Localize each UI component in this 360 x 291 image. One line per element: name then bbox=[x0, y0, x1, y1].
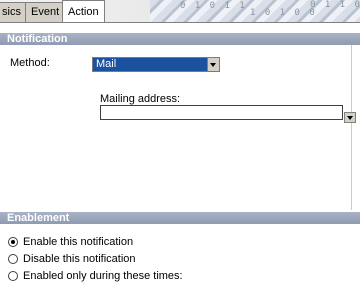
method-select-value: Mail bbox=[96, 58, 117, 70]
tab-basics-label: sics bbox=[2, 6, 21, 18]
radio-icon[interactable] bbox=[8, 254, 18, 264]
notification-section-header: Notification bbox=[0, 33, 360, 45]
header-decoration: 0 1 0 1 1 1 0 1 0 0 0 1 1 0 1 bbox=[150, 0, 360, 22]
enable-notification-label: Enable this notification bbox=[23, 236, 134, 248]
enablement-section-header: Enablement bbox=[0, 212, 360, 224]
method-label: Method: bbox=[10, 57, 50, 69]
tab-action[interactable]: Action bbox=[62, 0, 105, 22]
deco-text-1: 0 1 0 1 1 bbox=[180, 1, 247, 11]
method-dropdown-button[interactable] bbox=[207, 58, 219, 71]
tab-event-label: Event bbox=[31, 6, 60, 18]
tab-action-label: Action bbox=[68, 6, 99, 18]
method-select[interactable]: Mail bbox=[92, 57, 220, 72]
radio-icon[interactable] bbox=[8, 237, 18, 247]
mailing-address-label: Mailing address: bbox=[100, 93, 181, 105]
mailing-address-field[interactable] bbox=[100, 105, 343, 120]
tab-event[interactable]: Event bbox=[25, 2, 66, 22]
disable-notification-label: Disable this notification bbox=[23, 253, 136, 265]
chevron-down-icon bbox=[210, 63, 216, 67]
deco-text-3: 0 1 1 0 1 bbox=[310, 0, 360, 10]
radio-selected-dot bbox=[11, 240, 15, 244]
tab-basics[interactable]: sics bbox=[0, 2, 27, 22]
enabled-times-label: Enabled only during these times: bbox=[23, 270, 183, 282]
chevron-down-icon bbox=[347, 116, 353, 120]
mailing-address-input[interactable] bbox=[101, 106, 342, 119]
radio-icon[interactable] bbox=[8, 271, 18, 281]
mailing-address-dropdown-button[interactable] bbox=[344, 112, 356, 123]
tab-bar: 0 1 0 1 1 1 0 1 0 0 0 1 1 0 1 sics Event… bbox=[0, 0, 360, 23]
deco-text-2: 1 0 1 0 0 bbox=[250, 8, 317, 18]
